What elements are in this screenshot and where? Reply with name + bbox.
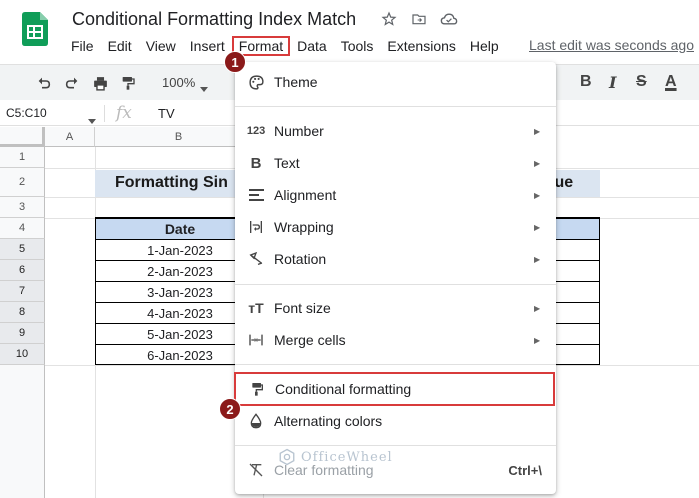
menu-label: Theme [274, 74, 318, 90]
submenu-arrow-icon: ▶ [534, 190, 541, 200]
menu-item-conditional-formatting[interactable]: Conditional formatting [234, 372, 555, 406]
submenu-arrow-icon: ▶ [534, 303, 541, 313]
menu-item-alternating-colors[interactable]: Alternating colors [235, 405, 556, 437]
watermark-text: OfficeWheel [301, 449, 393, 465]
menu-extensions[interactable]: Extensions [380, 36, 462, 56]
clear-format-icon [247, 461, 265, 479]
bold-button[interactable]: B [580, 73, 592, 91]
sheets-window: Conditional Formatting Index Match File … [0, 0, 699, 498]
format-menu: Theme 123 Number ▶ B Text ▶ Alignment ▶ … [234, 62, 556, 494]
menu-item-font-size[interactable]: тT Font size ▶ [235, 292, 556, 324]
menu-label: Number [274, 123, 324, 139]
formula-divider [104, 105, 105, 122]
menu-tools[interactable]: Tools [334, 36, 381, 56]
submenu-arrow-icon: ▶ [534, 126, 541, 136]
text-color-button[interactable]: A [665, 73, 677, 91]
cloud-status-icon[interactable] [440, 10, 458, 28]
fx-icon: fx [116, 103, 132, 123]
select-all-corner[interactable] [0, 127, 45, 147]
document-title[interactable]: Conditional Formatting Index Match [72, 9, 356, 30]
row-header-8[interactable]: 8 [0, 302, 45, 323]
step-badge-2: 2 [219, 398, 241, 420]
watermark: OfficeWheel [278, 448, 393, 466]
fill-drip-icon [247, 412, 265, 430]
row-header-5[interactable]: 5 [0, 239, 45, 260]
menu-item-merge-cells[interactable]: Merge cells ▶ [235, 324, 556, 356]
text-wrap-icon [247, 218, 265, 236]
menu-help[interactable]: Help [463, 36, 506, 56]
undo-icon[interactable] [35, 74, 53, 92]
step-badge-1: 1 [224, 51, 246, 73]
menu-item-theme[interactable]: Theme [235, 66, 556, 98]
menu-item-alignment[interactable]: Alignment ▶ [235, 179, 556, 211]
paint-format-icon[interactable] [119, 74, 137, 92]
menu-label: Rotation [274, 251, 327, 267]
menu-item-wrapping[interactable]: Wrapping ▶ [235, 211, 556, 243]
palette-icon [247, 73, 265, 91]
paint-roller-icon [248, 380, 266, 398]
menu-divider [235, 364, 556, 365]
title-text-left: Formatting Sin [115, 174, 228, 191]
merge-cells-icon [247, 331, 265, 349]
menu-label: Wrapping [274, 219, 334, 235]
bold-icon: B [250, 154, 262, 172]
text-rotation-icon [247, 250, 265, 268]
menu-divider [235, 106, 556, 107]
submenu-arrow-icon: ▶ [534, 222, 541, 232]
row-header-4[interactable]: 4 [0, 218, 45, 239]
submenu-arrow-icon: ▶ [534, 158, 541, 168]
formula-input[interactable]: TV [158, 106, 175, 121]
italic-button[interactable]: I [609, 73, 616, 92]
sheets-logo-icon[interactable] [22, 12, 48, 46]
star-icon[interactable] [380, 10, 398, 28]
menu-label: Alignment [274, 187, 337, 203]
redo-icon[interactable] [63, 74, 81, 92]
menu-divider [235, 445, 556, 446]
column-header-a[interactable]: A [45, 127, 95, 147]
row-header-10[interactable]: 10 [0, 344, 45, 365]
submenu-arrow-icon: ▶ [534, 254, 541, 264]
menu-data[interactable]: Data [290, 36, 334, 56]
name-box[interactable]: C5:C10 [6, 106, 47, 120]
menu-label: Merge cells [274, 332, 346, 348]
zoom-select[interactable]: 100% [162, 75, 195, 90]
menu-label: Alternating colors [274, 413, 383, 429]
menu-item-rotation[interactable]: Rotation ▶ [235, 243, 556, 275]
number-format-icon: 123 [246, 125, 266, 137]
menu-label: Conditional formatting [275, 381, 412, 397]
row-header-2[interactable]: 2 [0, 168, 45, 197]
print-icon[interactable] [91, 74, 109, 92]
align-left-icon [247, 186, 265, 204]
row-header-1[interactable]: 1 [0, 147, 45, 168]
menu-file[interactable]: File [64, 36, 101, 56]
menu-divider [235, 284, 556, 285]
row-header-blank [0, 365, 45, 498]
zoom-caret-icon[interactable] [200, 79, 208, 97]
font-size-icon: тT [248, 300, 264, 316]
menu-bar: File Edit View Insert Format Data Tools … [64, 35, 506, 57]
menu-label: Text [274, 155, 300, 171]
keyboard-shortcut: Ctrl+\ [508, 462, 542, 478]
menu-label: Font size [274, 300, 331, 316]
row-header-7[interactable]: 7 [0, 281, 45, 302]
submenu-arrow-icon: ▶ [534, 335, 541, 345]
menu-insert[interactable]: Insert [183, 36, 232, 56]
menu-item-text[interactable]: B Text ▶ [235, 147, 556, 179]
row-header-3[interactable]: 3 [0, 197, 45, 218]
row-header-6[interactable]: 6 [0, 260, 45, 281]
last-edit-link[interactable]: Last edit was seconds ago [529, 37, 694, 53]
menu-view[interactable]: View [139, 36, 183, 56]
strikethrough-button[interactable]: S [636, 73, 647, 91]
move-folder-icon[interactable] [410, 10, 428, 28]
menu-edit[interactable]: Edit [101, 36, 139, 56]
menu-item-number[interactable]: 123 Number ▶ [235, 115, 556, 147]
row-header-9[interactable]: 9 [0, 323, 45, 344]
